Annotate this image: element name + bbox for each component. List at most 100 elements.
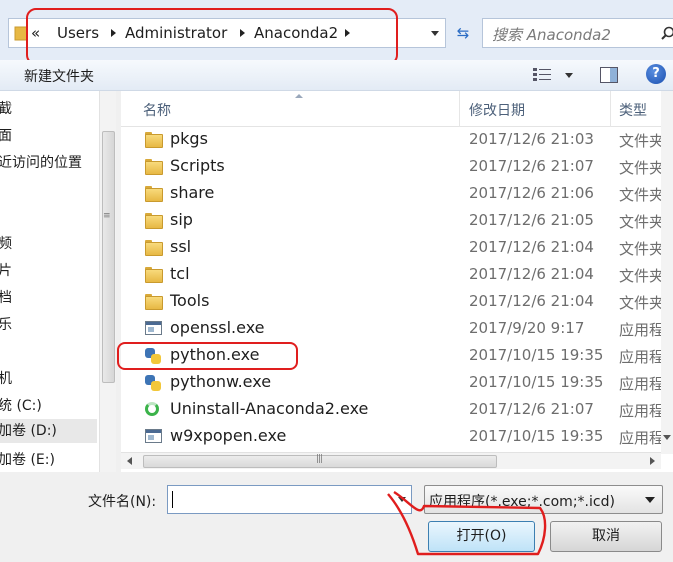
preview-pane-icon[interactable]: [600, 67, 618, 83]
file-date: 2017/12/6 21:07: [469, 400, 594, 418]
nav-scroll-thumb[interactable]: [102, 131, 115, 383]
file-name: Scripts: [170, 156, 225, 175]
file-name: Tools: [170, 291, 210, 310]
folder-icon: [145, 186, 163, 202]
search-icon[interactable]: [661, 26, 673, 44]
file-type: 文件夹: [619, 159, 665, 177]
file-name: pkgs: [170, 129, 208, 148]
file-type: 文件夹: [619, 132, 665, 150]
file-type: 文件夹: [619, 294, 665, 312]
file-row-uninstall[interactable]: Uninstall-Anaconda2.exe 2017/12/6 21:07 …: [121, 397, 673, 424]
file-name: w9xpopen.exe: [170, 426, 287, 445]
nav-item-drive-c[interactable]: 统 (C:): [0, 395, 42, 415]
view-options-icon[interactable]: [533, 68, 551, 86]
toolbar: 新建文件夹 ?: [0, 60, 673, 91]
uninstall-icon: [145, 402, 159, 416]
nav-item-music[interactable]: 乐: [0, 314, 12, 334]
file-row-openssl[interactable]: openssl.exe 2017/9/20 9:17 应用程序: [121, 316, 673, 343]
file-name: openssl.exe: [170, 318, 265, 337]
scroll-right-icon[interactable]: [650, 457, 655, 465]
chevron-down-icon[interactable]: [645, 497, 655, 503]
file-date: 2017/12/6 21:04: [469, 265, 594, 283]
column-header-type[interactable]: 类型: [619, 100, 647, 120]
navigation-pane: 截 面 近访问的位置 频 片 档 乐 机 统 (C:) 加卷 (D:) 加卷 (…: [0, 91, 99, 472]
exe-icon: [145, 321, 162, 335]
nav-item-documents[interactable]: 档: [0, 287, 12, 307]
file-name: pythonw.exe: [170, 372, 272, 391]
scroll-down-icon[interactable]: [663, 435, 671, 440]
scroll-left-icon[interactable]: [127, 457, 132, 465]
folder-icon: [145, 213, 163, 229]
file-row-pythonw[interactable]: pythonw.exe 2017/10/15 19:35 应用程序: [121, 370, 673, 397]
nav-item-recent-places[interactable]: 近访问的位置: [0, 152, 82, 172]
folder-icon: [145, 159, 163, 175]
file-date: 2017/10/15 19:35: [469, 427, 604, 445]
file-date: 2017/10/15 19:35: [469, 346, 604, 364]
column-divider[interactable]: [610, 91, 611, 127]
refresh-icon[interactable]: ⇆: [450, 20, 476, 46]
nav-item[interactable]: 面: [0, 125, 12, 145]
folder-icon: [145, 132, 163, 148]
folder-icon: [145, 240, 163, 256]
annotation-circle-python: [117, 342, 298, 370]
column-header-date[interactable]: 修改日期: [469, 100, 525, 120]
file-row-scripts[interactable]: Scripts 2017/12/6 21:07 文件夹: [121, 154, 665, 181]
file-type: 文件夹: [619, 213, 665, 231]
nav-item-drive-e[interactable]: 加卷 (E:): [0, 449, 55, 469]
scroll-grip-icon: |||: [316, 454, 323, 464]
file-name: share: [170, 183, 215, 202]
annotation-circle-open-button: [387, 490, 547, 556]
text-caret: [172, 491, 173, 508]
column-divider[interactable]: [459, 91, 460, 127]
new-folder-button[interactable]: 新建文件夹: [24, 66, 94, 86]
file-row-w9xpopen[interactable]: w9xpopen.exe 2017/10/15 19:35 应用程序: [121, 424, 673, 451]
file-row-share[interactable]: share 2017/12/6 21:06 文件夹: [121, 181, 665, 208]
file-type: 文件夹: [619, 240, 665, 258]
file-name: sip: [170, 210, 193, 229]
file-date: 2017/12/6 21:06: [469, 184, 594, 202]
file-date: 2017/10/15 19:35: [469, 373, 604, 391]
file-list: 名称 修改日期 类型 pkgs 2017/12/6 21:03 文件夹 Scri…: [121, 91, 673, 472]
nav-scrollbar[interactable]: ≡: [99, 91, 116, 472]
file-row-sip[interactable]: sip 2017/12/6 21:05 文件夹: [121, 208, 665, 235]
file-row-tools[interactable]: Tools 2017/12/6 21:04 文件夹: [121, 289, 665, 316]
horizontal-scrollbar[interactable]: |||: [121, 452, 661, 469]
file-date: 2017/12/6 21:05: [469, 211, 594, 229]
file-date: 2017/12/6 21:03: [469, 130, 594, 148]
view-dropdown-icon[interactable]: [565, 73, 573, 78]
file-row-ssl[interactable]: ssl 2017/12/6 21:04 文件夹: [121, 235, 665, 262]
search-placeholder: 搜索 Anaconda2: [492, 26, 611, 44]
column-header-name[interactable]: 名称: [143, 100, 171, 120]
nav-item[interactable]: 截: [0, 98, 12, 118]
nav-item-computer[interactable]: 机: [0, 368, 12, 388]
exe-icon: [145, 429, 162, 443]
file-row-tcl[interactable]: tcl 2017/12/6 21:04 文件夹: [121, 262, 665, 289]
help-icon[interactable]: ?: [646, 64, 666, 84]
file-row-pkgs[interactable]: pkgs 2017/12/6 21:03 文件夹: [121, 127, 665, 154]
file-date: 2017/12/6 21:07: [469, 157, 594, 175]
file-type: 文件夹: [619, 186, 665, 204]
nav-item-pictures[interactable]: 片: [0, 260, 12, 280]
filename-label: 文件名(N):: [88, 494, 157, 510]
file-list-scrollbar[interactable]: [661, 91, 673, 454]
scroll-grip-icon: ≡: [103, 211, 111, 221]
file-date: 2017/9/20 9:17: [469, 319, 585, 337]
address-dropdown-icon[interactable]: [431, 31, 439, 36]
python-icon: [145, 375, 162, 391]
nav-item-drive-d[interactable]: 加卷 (D:): [0, 419, 97, 443]
annotation-circle-address: [26, 8, 398, 65]
file-name: ssl: [170, 237, 192, 256]
search-input[interactable]: 搜索 Anaconda2: [482, 18, 673, 48]
nav-item-videos[interactable]: 频: [0, 233, 12, 253]
cancel-button[interactable]: 取消: [550, 521, 662, 552]
folder-icon: [145, 267, 163, 283]
file-name: tcl: [170, 264, 190, 283]
column-header-row: 名称 修改日期 类型: [121, 91, 673, 127]
horizontal-scroll-thumb[interactable]: |||: [143, 454, 497, 468]
sort-ascending-icon: [295, 94, 303, 98]
file-type: 文件夹: [619, 267, 665, 285]
file-name: Uninstall-Anaconda2.exe: [170, 399, 369, 418]
file-date: 2017/12/6 21:04: [469, 292, 594, 310]
folder-icon: [145, 294, 163, 310]
filename-input[interactable]: [167, 485, 412, 514]
